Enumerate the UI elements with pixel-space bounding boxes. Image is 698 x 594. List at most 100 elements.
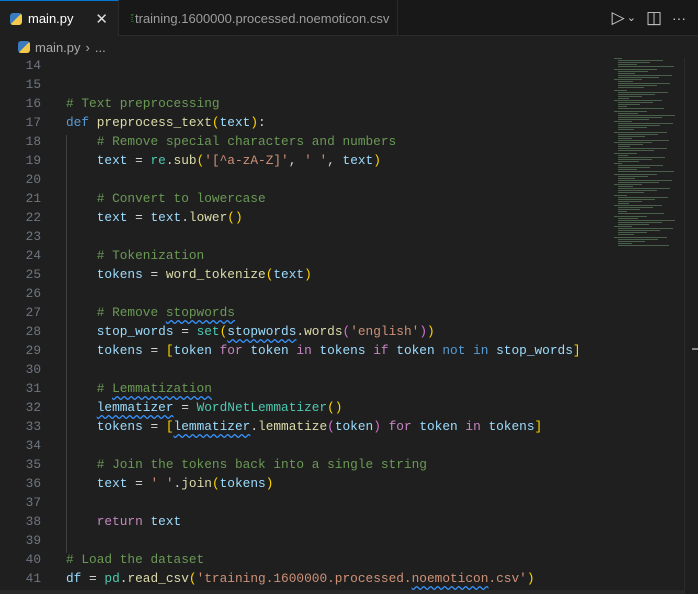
- line-number: 29: [25, 343, 41, 358]
- line-number: 18: [25, 134, 41, 149]
- code-token: stopwords: [227, 324, 297, 339]
- minimap-line: [618, 108, 664, 110]
- line-number: 38: [25, 514, 41, 529]
- code-line[interactable]: # Tokenization: [66, 246, 205, 265]
- code-token: =: [142, 267, 166, 282]
- minimap-line: [618, 150, 654, 152]
- code-line[interactable]: # Lemmatization: [66, 379, 212, 398]
- minimap-line: [618, 192, 644, 194]
- code-token: # Remove special characters and numbers: [96, 134, 397, 149]
- code-line[interactable]: # Join the tokens back into a single str…: [66, 455, 427, 474]
- minimap-line: [614, 184, 642, 185]
- scrollbar-marker: [692, 348, 698, 350]
- breadcrumb-symbols[interactable]: ...: [95, 40, 106, 55]
- minimap-line: [618, 230, 660, 232]
- run-icon[interactable]: ▷: [612, 8, 625, 28]
- minimap-line: [618, 106, 627, 108]
- breadcrumb: main.py › ...: [0, 36, 698, 58]
- close-icon[interactable]: ✕: [95, 10, 108, 28]
- minimap-line: [614, 79, 642, 80]
- code-line[interactable]: # Load the dataset: [66, 550, 204, 569]
- chevron-down-icon[interactable]: ⌄: [627, 11, 636, 24]
- minimap-line: [618, 116, 662, 118]
- breadcrumb-file[interactable]: main.py: [35, 40, 81, 55]
- minimap-line: [618, 221, 662, 223]
- minimap-line: [614, 236, 667, 238]
- tab-csv[interactable]: training.1600000.processed.noemoticon.cs…: [119, 0, 398, 36]
- tab-main-py[interactable]: main.py ✕: [0, 0, 119, 36]
- minimap-line: [618, 127, 647, 129]
- minimap-line: [618, 190, 657, 192]
- vertical-scrollbar[interactable]: [684, 58, 698, 594]
- line-number: 40: [25, 552, 41, 567]
- code-token: lemmatizer: [173, 419, 251, 434]
- code-line[interactable]: # Remove special characters and numbers: [66, 132, 397, 151]
- code-line[interactable]: tokens = word_tokenize(text): [66, 265, 312, 284]
- code-token: for: [380, 419, 420, 434]
- code-line[interactable]: def preprocess_text(text):: [66, 113, 266, 132]
- minimap-line: [618, 83, 670, 85]
- line-number: 39: [25, 533, 41, 548]
- code-token: in: [465, 419, 489, 434]
- minimap-line: [618, 91, 668, 93]
- code-token: .: [250, 419, 259, 434]
- minimap-line: [618, 64, 637, 66]
- code-token: text: [96, 153, 128, 168]
- code-token: stop_words: [96, 324, 174, 339]
- code-token: token: [173, 343, 220, 358]
- minimap-line: [618, 81, 633, 83]
- code-line[interactable]: # Convert to lowercase: [66, 189, 266, 208]
- code-token: stopwords: [165, 305, 235, 320]
- code-token: ): [265, 476, 274, 491]
- code-line[interactable]: stop_words = set(stopwords.words('englis…: [66, 322, 435, 341]
- code-line[interactable]: text = ' '.join(tokens): [66, 474, 274, 493]
- minimap-line: [618, 112, 638, 114]
- minimap-line: [618, 207, 653, 209]
- code-token: (: [327, 419, 335, 434]
- minimap-line: [618, 104, 640, 106]
- minimap-line: [614, 110, 647, 112]
- code-token: .: [181, 210, 189, 225]
- code-token: tokens: [219, 476, 266, 491]
- code-token: tokens: [96, 419, 143, 434]
- code-token: tokens: [488, 419, 535, 434]
- minimap-line: [618, 144, 643, 146]
- minimap-line: [614, 194, 627, 196]
- code-line[interactable]: text = re.sub('[^a-zA-Z]', ' ', text): [66, 151, 381, 170]
- code-token: tokens: [96, 343, 143, 358]
- code-token: .: [165, 153, 174, 168]
- minimap-line: [618, 146, 630, 148]
- minimap-line: [618, 66, 674, 68]
- code-token: word_tokenize: [165, 267, 266, 282]
- code-token: '[^a-zA-Z]': [204, 153, 289, 168]
- more-actions-icon[interactable]: ···: [672, 10, 686, 26]
- code-token: token: [334, 419, 374, 434]
- split-editor-icon[interactable]: ◫: [646, 8, 662, 28]
- minimap-line: [618, 209, 640, 211]
- minimap-line: [618, 160, 639, 162]
- code-token: =: [127, 210, 151, 225]
- code-token: lemmatizer: [96, 400, 174, 415]
- code-token: tokens: [96, 267, 143, 282]
- minimap-line: [614, 142, 652, 143]
- minimap[interactable]: [614, 58, 684, 258]
- minimap-line: [618, 148, 667, 150]
- code-token: =: [127, 153, 151, 168]
- code-line[interactable]: lemmatizer = WordNetLemmatizer(): [66, 398, 343, 417]
- minimap-line: [618, 213, 664, 215]
- code-token: =: [142, 343, 166, 358]
- minimap-line: [618, 228, 673, 230]
- code-token: token: [419, 419, 466, 434]
- code-line[interactable]: tokens = [lemmatizer.lemmatize(token) fo…: [66, 417, 543, 436]
- code-line[interactable]: tokens = [token for token in tokens if t…: [66, 341, 581, 360]
- code-line[interactable]: # Text preprocessing: [66, 94, 220, 113]
- code-line[interactable]: df = pd.read_csv('training.1600000.proce…: [66, 569, 535, 588]
- code-line[interactable]: # Remove stopwords: [66, 303, 235, 322]
- line-number: 20: [25, 172, 41, 187]
- code-line[interactable]: text = text.lower(): [66, 208, 243, 227]
- code-editor[interactable]: 14 15 16 # Text preprocessing 17 def preproce…: [0, 58, 698, 594]
- code-line[interactable]: return text: [66, 512, 181, 531]
